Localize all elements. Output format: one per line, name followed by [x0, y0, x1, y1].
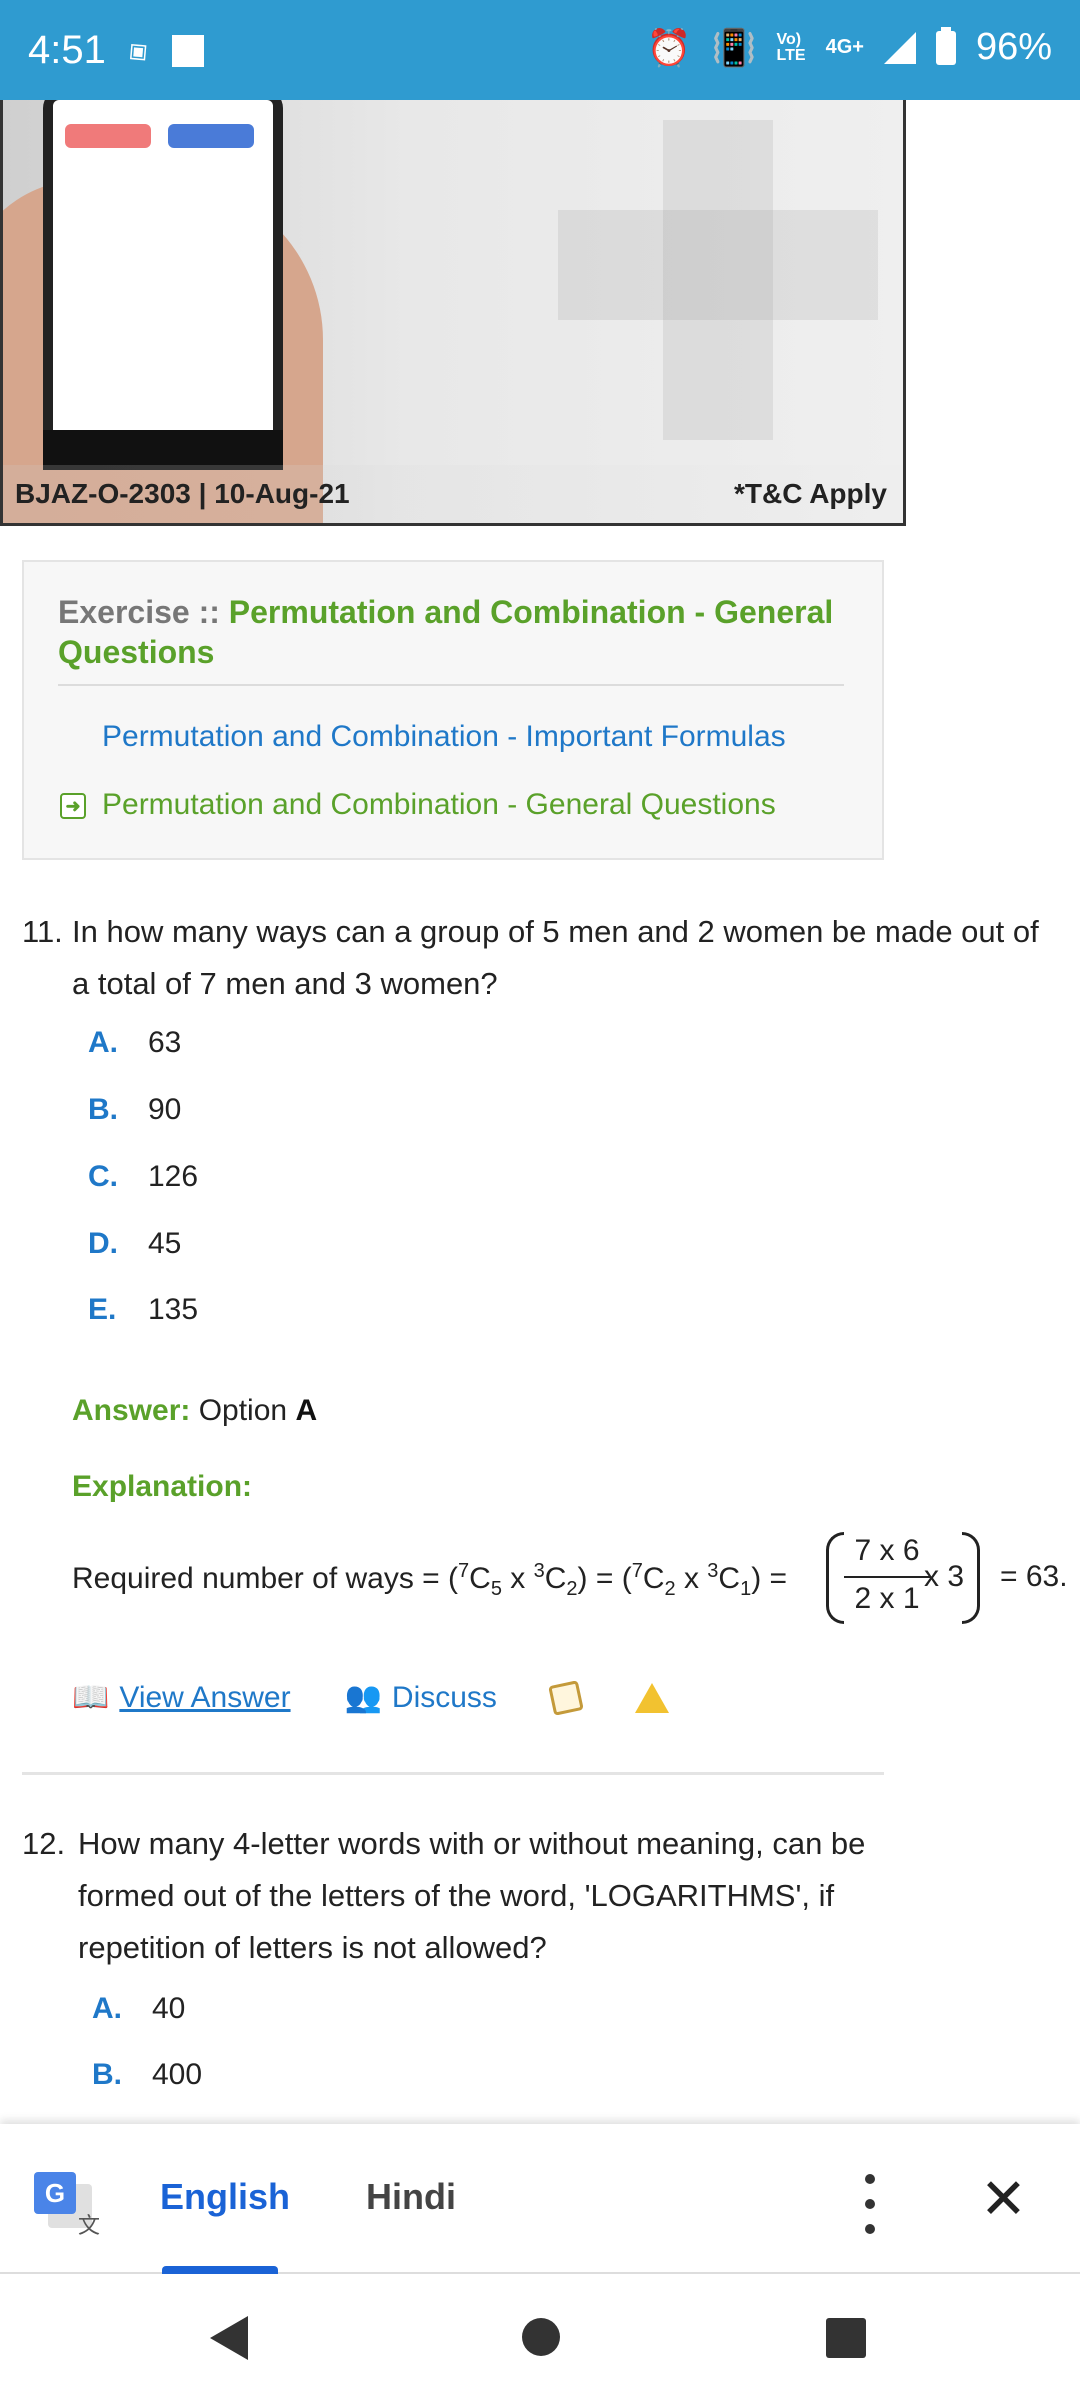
- ad-code: BJAZ-O-2303 | 10-Aug-21: [15, 478, 350, 509]
- option-d[interactable]: D. 45: [88, 1227, 181, 1261]
- signal-icon: [883, 31, 916, 64]
- option-b[interactable]: B. 90: [88, 1093, 181, 1127]
- volte-icon: Vo) LTE: [776, 30, 806, 64]
- current-page-arrow-icon: ➜: [60, 793, 86, 819]
- back-icon[interactable]: [210, 2316, 248, 2360]
- close-icon[interactable]: ✕: [980, 2164, 1027, 2234]
- explanation-formula: Required number of ways = (7C5 x 3C2) = …: [72, 1532, 1072, 1632]
- ad-phone-navbar: [43, 430, 283, 470]
- translate-bar: 文 G English Hindi ✕: [0, 2124, 1080, 2274]
- battery-icon: [935, 26, 956, 65]
- question-number: 12.: [22, 1826, 66, 1861]
- active-tab-indicator: [162, 2266, 278, 2274]
- explanation-label: Explanation:: [72, 1470, 253, 1503]
- exercise-title: Exercise :: Permutation and Combination …: [58, 594, 834, 670]
- ad-footer: BJAZ-O-2303 | 10-Aug-21 *T&C Apply: [3, 465, 903, 523]
- link-important-formulas[interactable]: Permutation and Combination - Important …: [102, 720, 786, 754]
- recents-icon[interactable]: [826, 2318, 866, 2358]
- ad-terms: *T&C Apply: [734, 478, 887, 509]
- battery-percent: 96%: [975, 26, 1052, 68]
- link-general-questions[interactable]: Permutation and Combination - General Qu…: [102, 788, 776, 822]
- exercise-box: Exercise :: Permutation and Combination …: [22, 560, 884, 860]
- status-left-icons: ◈: [119, 32, 204, 69]
- book-icon: 📖: [72, 1681, 110, 1714]
- more-vert-icon[interactable]: [862, 2174, 878, 2234]
- question-number: 11.: [22, 914, 63, 949]
- question-actions: 📖 View Answer 👥 Discuss: [72, 1679, 669, 1716]
- ad-phone-button: [65, 124, 151, 148]
- question-text: In how many ways can a group of 5 men an…: [72, 914, 1039, 1001]
- option-a[interactable]: A. 63: [88, 1026, 181, 1060]
- option-e[interactable]: E. 135: [88, 1293, 198, 1327]
- status-time: 4:51: [28, 28, 106, 72]
- question-11: 11. In how many ways can a group of 5 me…: [22, 906, 1062, 1010]
- notification-square-icon: [171, 34, 204, 67]
- vibrate-icon: 📳: [711, 26, 757, 68]
- option-b[interactable]: B. 400: [92, 2058, 202, 2092]
- question-12: 12. How many 4-letter words with or with…: [22, 1818, 902, 1974]
- answer-line: Answer: Option A: [72, 1394, 318, 1427]
- network-type: 4G+: [825, 36, 864, 58]
- question-text: How many 4-letter words with or without …: [78, 1826, 866, 1965]
- option-a[interactable]: A. 40: [92, 1992, 185, 2026]
- ad-phone-screen: [53, 100, 273, 440]
- notepad-icon[interactable]: [548, 1679, 584, 1716]
- ad-banner[interactable]: BJAZ-O-2303 | 10-Aug-21 *T&C Apply: [0, 100, 906, 526]
- ad-phone-button: [168, 124, 254, 148]
- option-c[interactable]: C. 126: [88, 1160, 198, 1194]
- users-icon: 👥: [344, 1681, 382, 1714]
- tab-hindi[interactable]: Hindi: [366, 2176, 456, 2218]
- view-answer-link[interactable]: 📖 View Answer: [72, 1680, 291, 1715]
- divider: [58, 684, 844, 686]
- tab-english[interactable]: English: [160, 2176, 290, 2218]
- discuss-link[interactable]: 👥 Discuss: [345, 1680, 497, 1715]
- status-right-icons: ⏰ 📳 Vo) LTE 4G+ 96%: [647, 26, 1052, 69]
- tag-icon: ◈: [118, 31, 155, 70]
- home-icon[interactable]: [522, 2318, 560, 2356]
- google-translate-icon[interactable]: 文 G: [34, 2172, 100, 2238]
- status-bar: 4:51 ◈ ⏰ 📳 Vo) LTE 4G+ 96%: [0, 0, 1080, 100]
- question-separator: [22, 1772, 884, 1775]
- ad-cross-decoration: [558, 210, 878, 320]
- system-nav-bar: [0, 2274, 1080, 2400]
- report-warning-icon[interactable]: [634, 1682, 669, 1713]
- alarm-icon: ⏰: [646, 26, 692, 68]
